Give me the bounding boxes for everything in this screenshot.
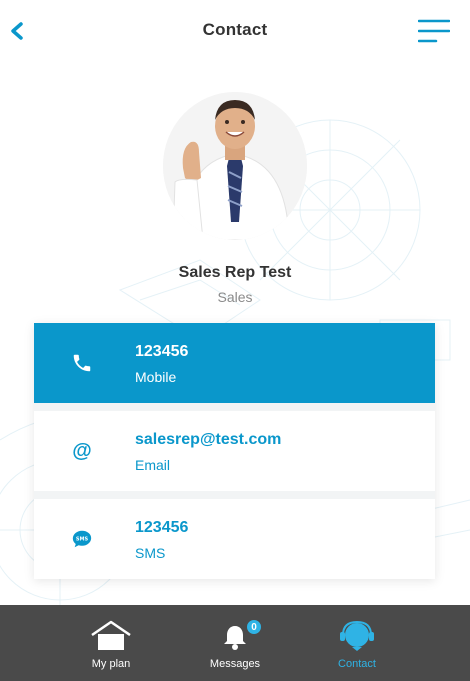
at-icon: @	[72, 439, 92, 462]
phone-icon	[68, 349, 96, 377]
bottom-navigation: My plan 0 Messages Contact	[0, 605, 470, 681]
nav-item-messages[interactable]: 0 Messages	[185, 605, 285, 681]
nav-item-contact[interactable]: Contact	[307, 605, 407, 681]
contact-item-email[interactable]: @ salesrep@test.com Email	[34, 403, 435, 491]
nav-label: Messages	[209, 658, 261, 670]
svg-text:SMS: SMS	[76, 536, 89, 542]
contact-label: Email	[135, 457, 171, 473]
menu-button[interactable]	[417, 17, 451, 45]
house-icon	[91, 620, 131, 650]
hamburger-menu-icon	[417, 19, 451, 43]
nav-label: Contact	[338, 658, 376, 670]
contact-value: 123456	[135, 519, 189, 536]
contact-role: Sales	[217, 289, 253, 305]
contact-item-sms[interactable]: SMS 123456 SMS	[34, 491, 435, 579]
avatar	[163, 92, 307, 240]
contact-label: Mobile	[135, 369, 177, 385]
page-title: Contact	[202, 20, 268, 39]
headset-icon	[340, 620, 374, 651]
contact-label: SMS	[135, 545, 166, 561]
sales-rep-photo	[163, 92, 307, 240]
contact-value: 123456	[135, 343, 189, 360]
sms-icon: SMS	[68, 525, 96, 553]
app-header: Contact	[0, 0, 470, 62]
unread-badge: 0	[246, 619, 262, 635]
contact-value: salesrep@test.com	[135, 431, 282, 448]
bell-icon	[224, 626, 246, 650]
contact-item-mobile[interactable]: 123456 Mobile	[34, 323, 435, 403]
contact-methods-list: 123456 Mobile @ salesrep@test.com Email …	[34, 323, 435, 579]
nav-item-my-plan[interactable]: My plan	[61, 605, 161, 681]
nav-label: My plan	[91, 658, 131, 670]
contact-name: Sales Rep Test	[178, 264, 292, 281]
